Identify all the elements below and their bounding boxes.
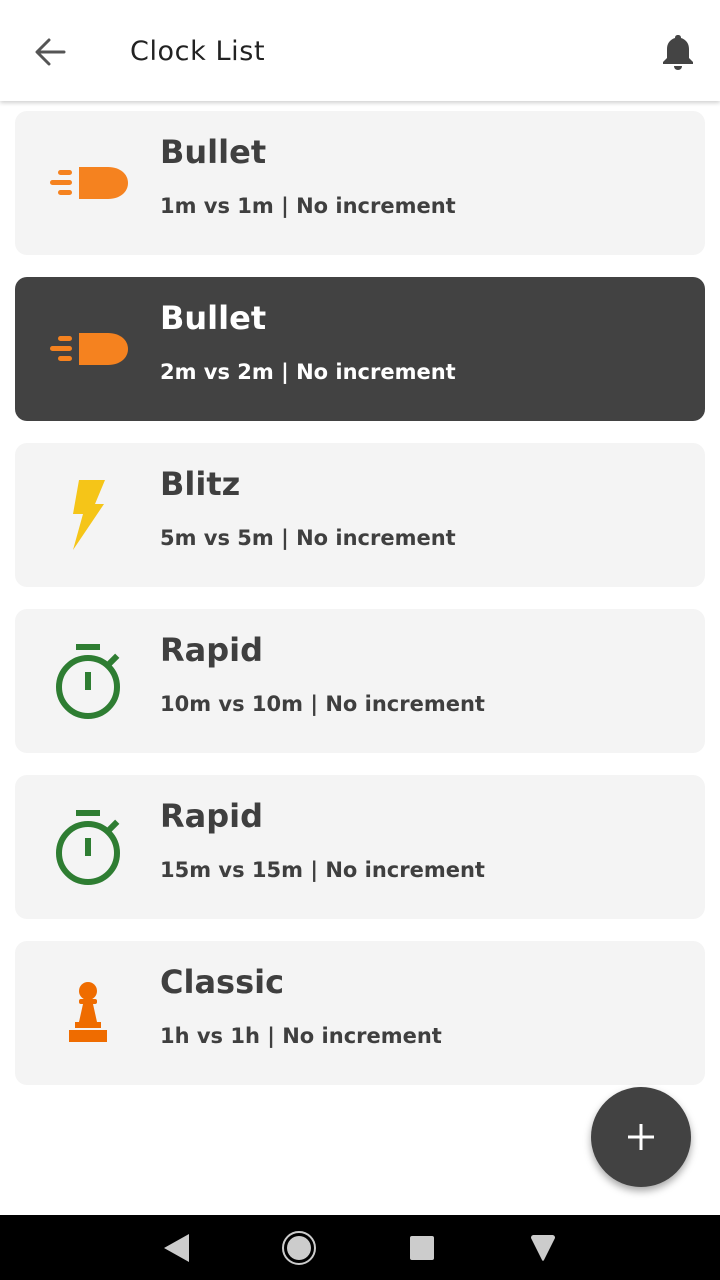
clock-list: Bullet 1m vs 1m | No increment Bullet 2m… bbox=[15, 111, 705, 1107]
stopwatch-icon bbox=[43, 805, 133, 889]
clock-name: Rapid bbox=[160, 631, 264, 669]
system-nav-bar bbox=[0, 1215, 720, 1280]
app-root: Clock List Bullet 1m vs 1m | No incremen… bbox=[0, 0, 720, 1280]
clock-name: Rapid bbox=[160, 797, 264, 835]
lightning-icon bbox=[43, 473, 133, 557]
recents-nav-icon[interactable] bbox=[402, 1229, 442, 1267]
back-button[interactable] bbox=[22, 28, 78, 76]
stopwatch-icon bbox=[43, 639, 133, 723]
notifications-button[interactable] bbox=[652, 26, 704, 78]
clock-detail: 10m vs 10m | No increment bbox=[160, 692, 485, 716]
clock-item[interactable]: Blitz 5m vs 5m | No increment bbox=[15, 443, 705, 587]
clock-name: Classic bbox=[160, 963, 285, 1001]
clock-item[interactable]: Bullet 1m vs 1m | No increment bbox=[15, 111, 705, 255]
add-clock-button[interactable] bbox=[591, 1087, 691, 1187]
clock-detail: 5m vs 5m | No increment bbox=[160, 526, 456, 550]
clock-name: Bullet bbox=[160, 299, 267, 337]
arrow-left-icon bbox=[35, 38, 66, 66]
bullet-icon bbox=[43, 141, 133, 225]
plus-icon bbox=[628, 1124, 654, 1150]
clock-name: Blitz bbox=[160, 465, 241, 503]
home-nav-icon[interactable] bbox=[279, 1229, 319, 1267]
clock-item[interactable]: Rapid 10m vs 10m | No increment bbox=[15, 609, 705, 753]
clock-item-selected[interactable]: Bullet 2m vs 2m | No increment bbox=[15, 277, 705, 421]
bell-icon bbox=[663, 35, 693, 70]
clock-detail: 2m vs 2m | No increment bbox=[160, 360, 456, 384]
assist-nav-icon[interactable] bbox=[523, 1229, 563, 1267]
back-nav-icon[interactable] bbox=[156, 1229, 196, 1267]
clock-detail: 1h vs 1h | No increment bbox=[160, 1024, 442, 1048]
clock-detail: 15m vs 15m | No increment bbox=[160, 858, 485, 882]
clock-item[interactable]: Rapid 15m vs 15m | No increment bbox=[15, 775, 705, 919]
top-app-bar: Clock List bbox=[0, 0, 720, 101]
clock-detail: 1m vs 1m | No increment bbox=[160, 194, 456, 218]
clock-item[interactable]: Classic 1h vs 1h | No increment bbox=[15, 941, 705, 1085]
page-title: Clock List bbox=[130, 36, 266, 67]
clock-name: Bullet bbox=[160, 133, 267, 171]
pawn-icon bbox=[43, 971, 133, 1055]
bullet-icon bbox=[43, 307, 133, 391]
